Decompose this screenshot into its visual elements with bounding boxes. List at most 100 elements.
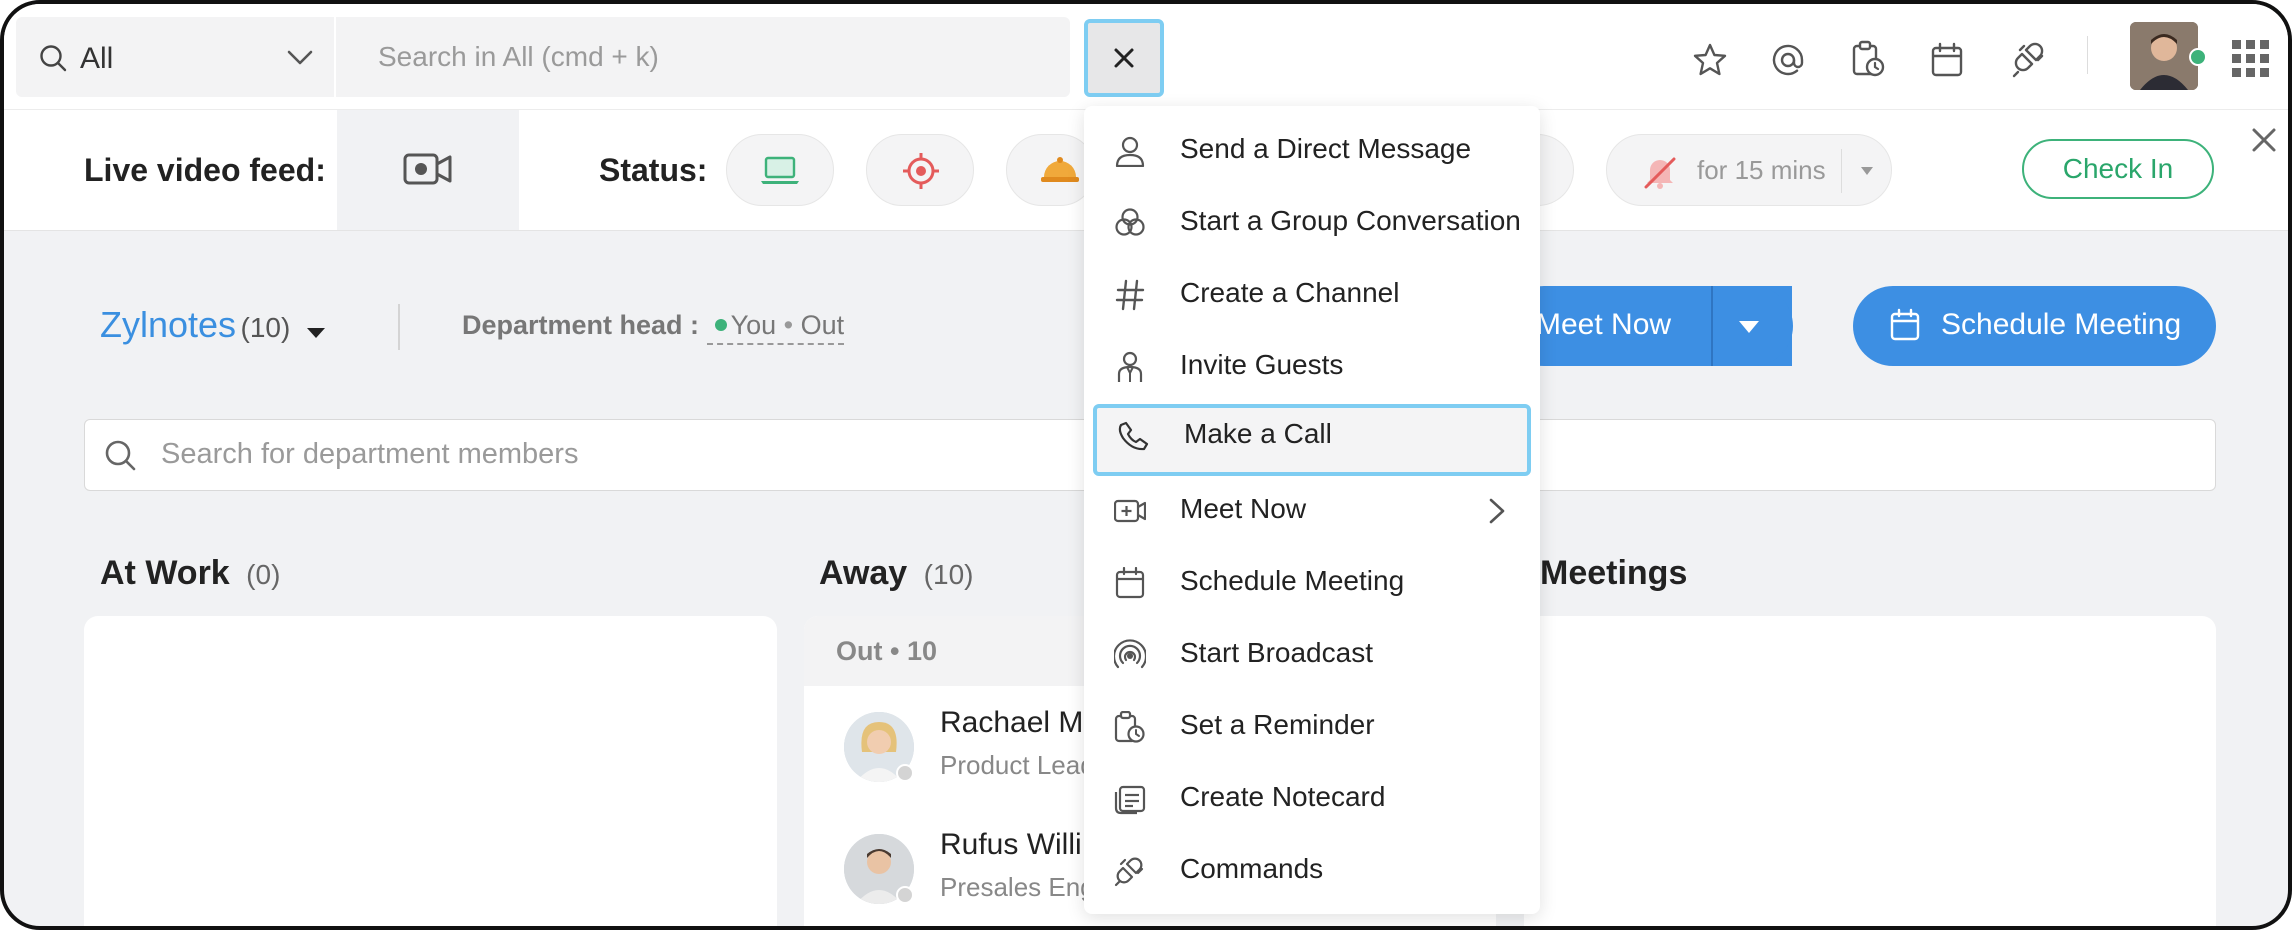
- live-video-label: Live video feed:: [84, 152, 326, 188]
- close-icon: [1113, 47, 1135, 69]
- menu-item-meet-now[interactable]: Meet Now: [1084, 479, 1540, 543]
- check-in-button[interactable]: Check In: [2022, 139, 2214, 199]
- search-scope-select[interactable]: All: [16, 17, 334, 97]
- at-work-count: (0): [246, 559, 281, 590]
- head-status: Out: [800, 310, 845, 340]
- away-title: Away: [819, 554, 908, 592]
- avatar[interactable]: [2130, 22, 2198, 90]
- top-bar: All Search in All (cmd + k): [4, 4, 2288, 109]
- menu-item-send-direct-message[interactable]: Send a Direct Message: [1084, 119, 1540, 183]
- calendar-icon: [1889, 308, 1921, 342]
- head-separator: •: [783, 310, 794, 340]
- menu-item-label: Meet Now: [1180, 493, 1307, 524]
- target-icon: [901, 151, 941, 191]
- guest-icon: [1114, 351, 1146, 383]
- menu-item-set-reminder[interactable]: Set a Reminder: [1084, 695, 1540, 759]
- status-label: Status:: [599, 152, 708, 188]
- status-dot: [896, 886, 914, 904]
- menu-item-label: Invite Guests: [1180, 349, 1344, 380]
- menu-item-label: Start Broadcast: [1180, 637, 1373, 668]
- caret-down-icon: [1859, 165, 1875, 177]
- menu-item-label: Set a Reminder: [1180, 709, 1375, 740]
- calendar-icon: [1114, 567, 1146, 599]
- dnd-pill[interactable]: for 15 mins: [1606, 134, 1892, 206]
- away-heading: Away (10): [819, 554, 973, 593]
- menu-item-start-group-conversation[interactable]: Start a Group Conversation: [1084, 191, 1540, 255]
- member-name: Rufus Willi: [940, 828, 1082, 861]
- header-divider: [398, 304, 400, 350]
- apps-grid-icon[interactable]: [2232, 40, 2270, 78]
- status-working-pill[interactable]: [726, 134, 834, 206]
- at-work-title: At Work: [100, 554, 230, 592]
- menu-item-create-notecard[interactable]: Create Notecard: [1084, 767, 1540, 831]
- menu-item-commands[interactable]: Commands: [1084, 839, 1540, 903]
- status-break-pill[interactable]: [1006, 134, 1096, 206]
- menu-item-make-call[interactable]: Make a Call: [1093, 404, 1531, 476]
- calendar-icon[interactable]: [1930, 42, 1964, 78]
- star-icon[interactable]: [1692, 42, 1728, 78]
- reminder-icon[interactable]: [1850, 40, 1886, 78]
- laptop-icon: [760, 156, 800, 186]
- menu-item-label: Create Notecard: [1180, 781, 1386, 812]
- menu-item-label: Commands: [1180, 853, 1324, 884]
- department-name: Zylnotes: [100, 304, 237, 345]
- at-work-heading: At Work (0): [100, 554, 280, 593]
- mention-icon[interactable]: [1770, 42, 1806, 78]
- plug-icon: [1114, 855, 1146, 887]
- member-name: Rachael Ma: [940, 706, 1101, 739]
- online-status-dot: [714, 319, 727, 332]
- caret-down-icon: [1737, 319, 1761, 335]
- pill-divider: [1841, 149, 1842, 193]
- reminder-icon: [1114, 711, 1146, 743]
- member-search-placeholder: Search for department members: [161, 438, 579, 470]
- menu-item-schedule-meeting[interactable]: Schedule Meeting: [1084, 551, 1540, 615]
- plug-icon[interactable]: [2012, 40, 2046, 78]
- schedule-meeting-label: Schedule Meeting: [1941, 308, 2182, 341]
- meetings-title: Meetings: [1540, 554, 1688, 592]
- search-icon: [38, 43, 68, 73]
- away-count: (10): [923, 559, 974, 590]
- bell-service-icon: [1039, 155, 1081, 185]
- head-name: You: [730, 310, 777, 340]
- video-camera-icon: [403, 152, 453, 186]
- dnd-duration: for 15 mins: [1697, 155, 1826, 185]
- menu-item-start-broadcast[interactable]: Start Broadcast: [1084, 623, 1540, 687]
- menu-item-label: Schedule Meeting: [1180, 565, 1405, 596]
- away-group-label: Out • 10: [836, 636, 937, 666]
- search-icon: [103, 438, 137, 472]
- close-menu-button[interactable]: [1084, 19, 1164, 97]
- live-video-toggle[interactable]: [337, 110, 519, 230]
- meetings-heading: Meetings: [1540, 554, 1687, 593]
- schedule-meeting-button[interactable]: Schedule Meeting: [1853, 286, 2216, 366]
- user-icon: [1114, 135, 1146, 167]
- app-window: All Search in All (cmd + k) Live video f…: [0, 0, 2292, 930]
- search-scope-label: All: [80, 42, 114, 75]
- meet-now-label: Meet Now: [1536, 308, 1672, 341]
- caret-down-icon: [305, 326, 327, 340]
- chevron-right-icon: [1488, 497, 1506, 525]
- meet-now-dropdown-button[interactable]: [1713, 286, 1793, 366]
- group-icon: [1114, 207, 1146, 239]
- department-head-value[interactable]: You • Out: [706, 310, 845, 345]
- chevron-down-icon: [286, 49, 314, 67]
- search-placeholder: Search in All (cmd + k): [378, 41, 659, 72]
- member-role: Presales Eng: [940, 872, 1095, 902]
- global-search-input[interactable]: Search in All (cmd + k): [336, 17, 1070, 97]
- member-role: Product Lead: [940, 750, 1095, 780]
- department-head: Department head : You • Out: [462, 310, 845, 345]
- meetings-panel: [1524, 616, 2216, 926]
- broadcast-icon: [1114, 639, 1146, 671]
- menu-item-label: Create a Channel: [1180, 277, 1400, 308]
- status-focus-pill[interactable]: [866, 134, 974, 206]
- menu-item-label: Make a Call: [1184, 418, 1332, 449]
- toolbar-divider: [2087, 36, 2088, 74]
- phone-icon: [1118, 420, 1150, 452]
- menu-item-create-channel[interactable]: Create a Channel: [1084, 263, 1540, 327]
- video-plus-icon: [1114, 495, 1146, 527]
- department-count: (10): [240, 312, 291, 343]
- close-statusbar-icon[interactable]: [2250, 126, 2278, 154]
- online-status-dot: [2189, 48, 2207, 66]
- department-selector[interactable]: Zylnotes (10): [100, 304, 327, 346]
- quick-actions-menu: Send a Direct Message Start a Group Conv…: [1084, 106, 1540, 914]
- menu-item-invite-guests[interactable]: Invite Guests: [1084, 335, 1540, 399]
